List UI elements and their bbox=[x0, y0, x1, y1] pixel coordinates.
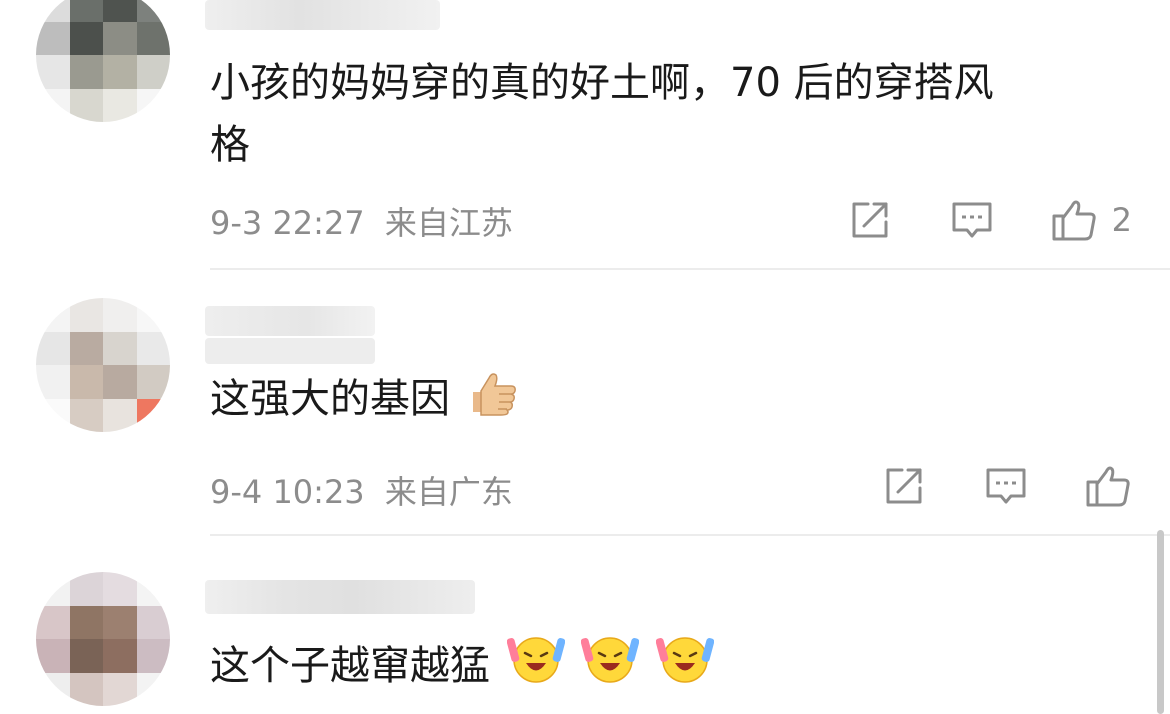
comment-location: 来自江苏 bbox=[384, 204, 513, 242]
avatar[interactable] bbox=[36, 572, 170, 706]
reply-button[interactable] bbox=[984, 464, 1028, 508]
comment-icon bbox=[952, 202, 992, 238]
comment-time: 9-3 22:27 bbox=[210, 204, 365, 242]
username-blurred[interactable] bbox=[205, 580, 475, 614]
laughing-cheering-emoji bbox=[581, 632, 640, 704]
share-button[interactable] bbox=[848, 198, 892, 242]
comment-location: 来自广东 bbox=[384, 473, 513, 511]
like-count: 2 bbox=[1111, 201, 1132, 239]
avatar[interactable] bbox=[36, 0, 170, 122]
comment-item: 小孩的妈妈穿的真的好土啊，70 后的穿搭风 格 9-3 22:27 来自江苏 2 bbox=[0, 0, 1170, 270]
comment-time: 9-4 10:23 bbox=[210, 473, 365, 511]
laughing-cheering-emoji bbox=[506, 632, 566, 704]
share-button[interactable] bbox=[882, 464, 926, 508]
laughing-cheering-emoji bbox=[655, 632, 715, 704]
like-button[interactable]: 2 bbox=[1050, 196, 1132, 244]
reply-button[interactable] bbox=[950, 198, 994, 242]
share-icon bbox=[852, 202, 888, 238]
comment-text-line: 小孩的妈妈穿的真的好土啊，70 后的穿搭风 bbox=[210, 60, 994, 106]
comment-item: 这强大的基因 9-4 10:23 来自广东 bbox=[0, 270, 1170, 536]
comment-item: 这个子越窜越猛 bbox=[0, 536, 1170, 714]
avatar[interactable] bbox=[36, 298, 170, 432]
thumbs-up-emoji bbox=[467, 366, 519, 436]
comment-text-content: 这强大的基因 bbox=[210, 376, 450, 422]
comment-text-content: 这个子越窜越猛 bbox=[210, 643, 490, 689]
like-icon bbox=[1052, 200, 1096, 241]
username-blurred-extra bbox=[205, 338, 375, 364]
comment-icon bbox=[986, 468, 1026, 504]
username-blurred[interactable] bbox=[205, 0, 440, 30]
comment-actions bbox=[882, 462, 1132, 510]
comment-text: 这个子越窜越猛 bbox=[210, 632, 715, 704]
comment-text: 这强大的基因 bbox=[210, 366, 519, 436]
username-blurred[interactable] bbox=[205, 306, 375, 336]
share-icon bbox=[886, 468, 922, 504]
comment-text: 小孩的妈妈穿的真的好土啊，70 后的穿搭风 格 bbox=[210, 52, 994, 176]
scrollbar[interactable] bbox=[1157, 530, 1164, 714]
comment-actions: 2 bbox=[848, 196, 1132, 244]
comment-text-line: 格 bbox=[210, 122, 250, 168]
comment-meta: 9-4 10:23 来自广东 bbox=[210, 467, 513, 513]
like-icon bbox=[1086, 466, 1130, 507]
comment-meta: 9-3 22:27 来自江苏 bbox=[210, 198, 513, 244]
like-button[interactable] bbox=[1084, 462, 1132, 510]
